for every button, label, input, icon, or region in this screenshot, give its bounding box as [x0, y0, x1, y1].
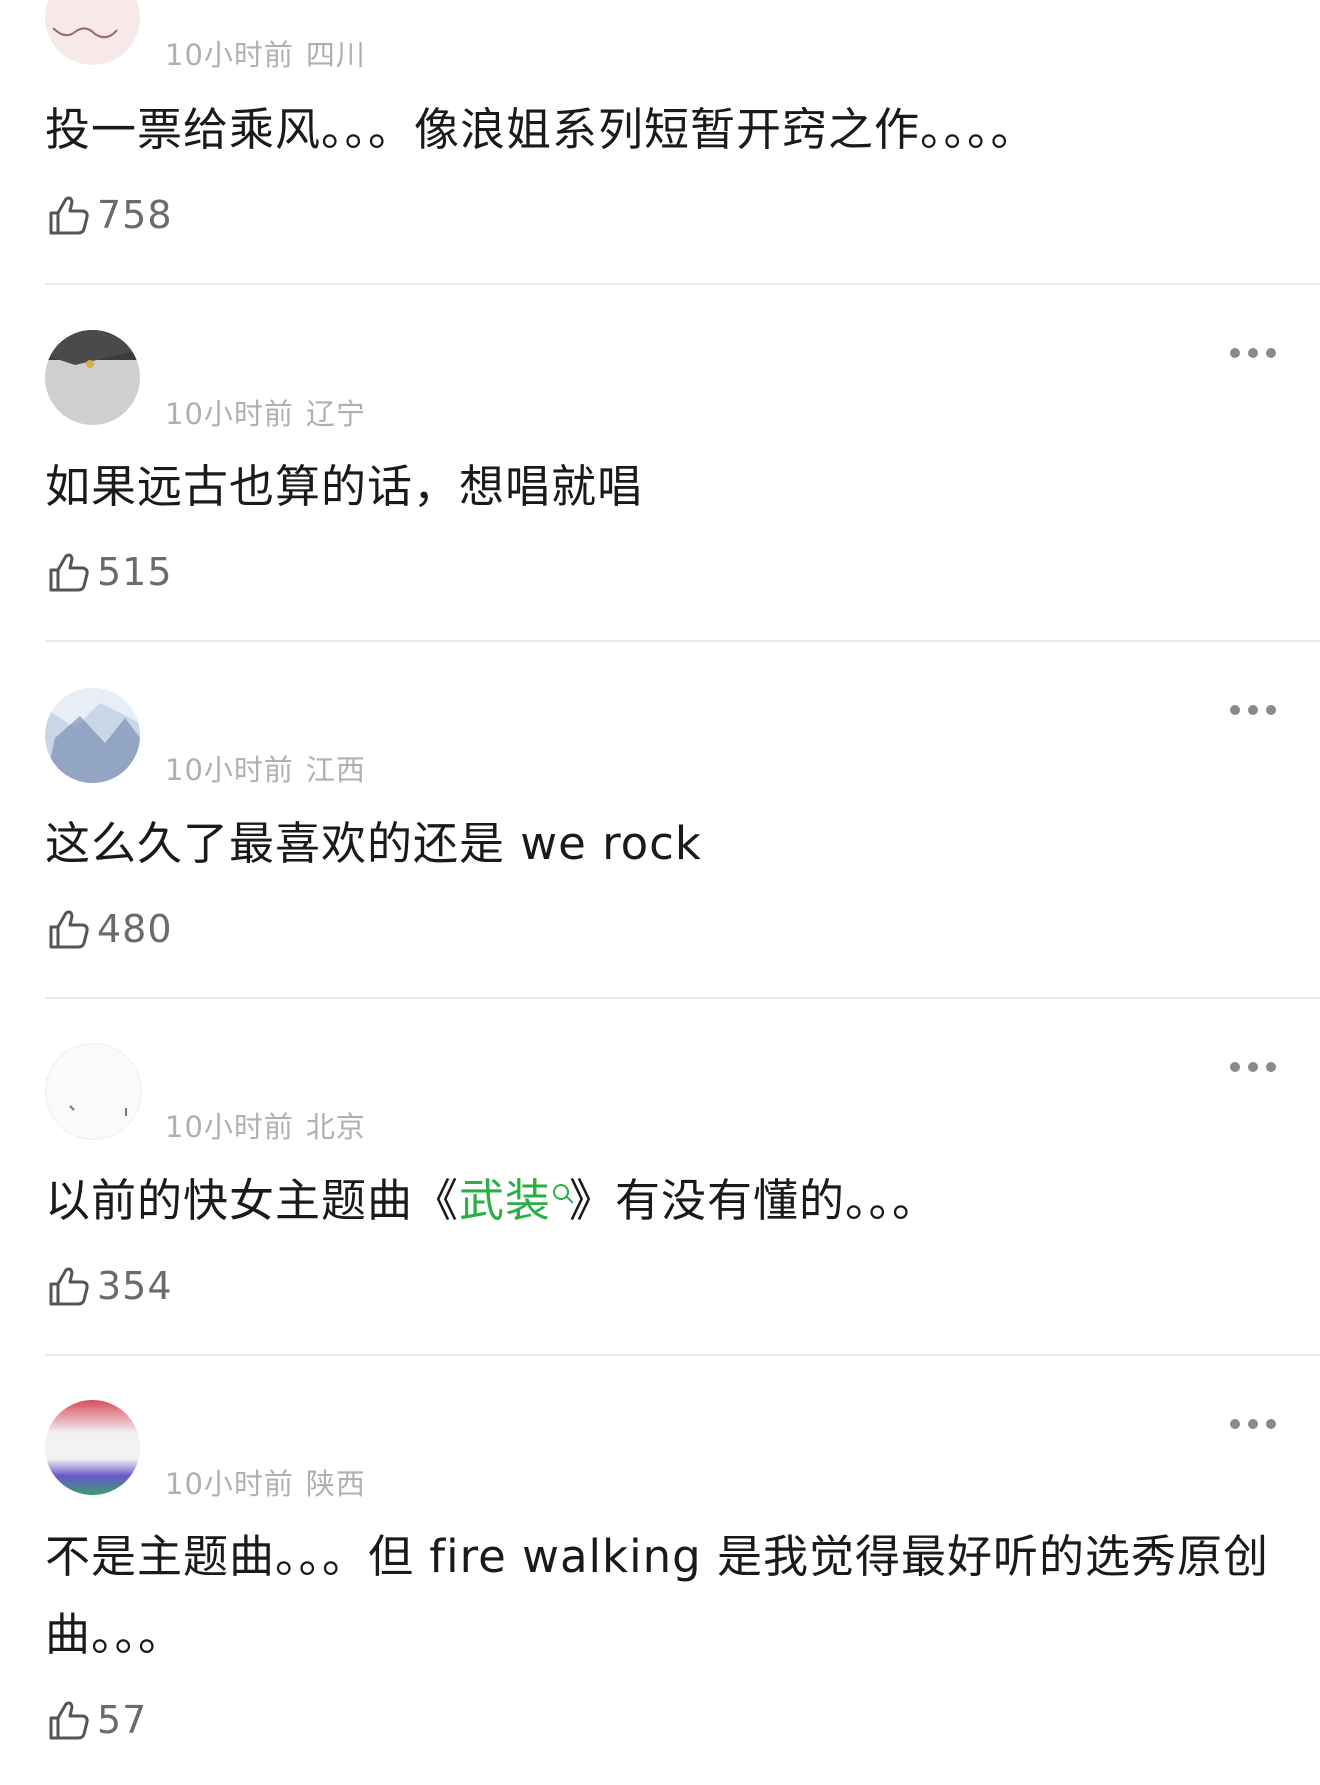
like-button[interactable]: 57 [45, 1695, 147, 1745]
comment-location: 辽宁 [305, 397, 366, 431]
comment-text: 以前的快女主题曲《武装 》有没有懂的。。。 [45, 1162, 1276, 1240]
divider [45, 997, 1320, 999]
thumbs-up-icon [49, 553, 89, 592]
thumbs-up-icon [49, 910, 89, 949]
more-options-button[interactable] [1230, 347, 1276, 359]
comment-text-after: 》有没有懂的。。。 [569, 1174, 939, 1227]
comment-time: 10小时前 [165, 1467, 294, 1501]
thumbs-up-icon [49, 1701, 89, 1740]
avatar[interactable] [45, 0, 140, 65]
comment-text: 如果远古也算的话，想唱就唱 [45, 460, 644, 513]
like-count: 354 [97, 1264, 173, 1308]
comment-text: 不是主题曲。。。但 fire walking 是我觉得最好听的选秀原创曲。。。 [45, 1530, 1269, 1661]
divider [45, 283, 1320, 285]
comment-text-before: 以前的快女主题曲《 [45, 1174, 460, 1227]
comment-meta: 10小时前 陕西 [165, 1461, 378, 1503]
more-options-button[interactable] [1230, 1061, 1276, 1073]
comment-location: 北京 [305, 1110, 366, 1144]
search-icon[interactable] [553, 1184, 570, 1200]
comment-location: 四川 [305, 38, 366, 72]
like-count: 480 [97, 907, 173, 951]
like-count: 758 [97, 193, 173, 237]
comment-text: 投一票给乘风。。。像浪姐系列短暂开窍之作。。。。 [45, 103, 1037, 156]
comment-time: 10小时前 [165, 38, 294, 72]
comment-meta: 10小时前 江西 [165, 747, 378, 789]
divider [45, 640, 1320, 642]
more-options-button[interactable] [1230, 704, 1276, 716]
divider [45, 1354, 1320, 1356]
comment-time: 10小时前 [165, 397, 294, 431]
comment-meta: 10小时前 北京 [165, 1104, 378, 1146]
avatar[interactable] [45, 688, 140, 783]
comment-text: 这么久了最喜欢的还是 we rock [45, 817, 702, 870]
like-count: 57 [97, 1698, 148, 1742]
comment-time: 10小时前 [165, 1110, 294, 1144]
comment-time: 10小时前 [165, 753, 294, 787]
comment-location: 江西 [305, 753, 366, 787]
like-button[interactable]: 480 [45, 904, 173, 954]
song-link[interactable]: 武装 [459, 1174, 551, 1227]
like-button[interactable]: 515 [45, 547, 173, 597]
like-button[interactable]: 354 [45, 1261, 173, 1311]
like-count: 515 [97, 550, 173, 594]
thumbs-up-icon [49, 1267, 89, 1306]
more-options-button[interactable] [1230, 1418, 1276, 1430]
like-button[interactable]: 758 [45, 190, 173, 240]
avatar[interactable] [45, 330, 140, 425]
thumbs-up-icon [49, 196, 89, 235]
comment-meta: 10小时前 四川 [165, 32, 378, 74]
comment-location: 陕西 [305, 1467, 366, 1501]
avatar[interactable] [45, 1043, 142, 1140]
comment-meta: 10小时前 辽宁 [165, 391, 378, 433]
avatar[interactable] [45, 1400, 140, 1495]
